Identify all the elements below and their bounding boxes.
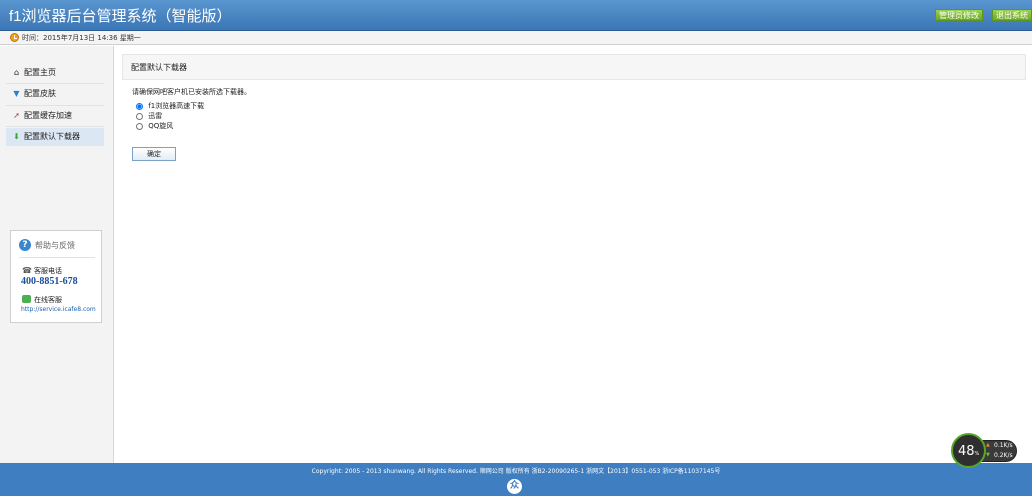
home-icon: ⌂ xyxy=(13,68,20,77)
logout-button[interactable]: 退出系统 xyxy=(992,9,1032,21)
sidebar-item-label: 配置默认下载器 xyxy=(24,132,80,141)
sidebar-item-skin[interactable]: ▼ 配置皮肤 xyxy=(6,85,104,103)
chat-icon xyxy=(22,295,31,303)
main-content: 配置默认下载器 请确保网吧客户机已安装所选下载器。 f1浏览器高速下载 迅雷 Q… xyxy=(116,46,1032,463)
download-icon: ⬇ xyxy=(13,132,20,141)
change-password-button[interactable]: 管理员修改 xyxy=(935,9,983,21)
option-qq-whirlwind-radio[interactable] xyxy=(136,122,143,130)
sidebar: ⌂ 配置主页 ▼ 配置皮肤 ➚ 配置缓存加速 ⬇ 配置默认下载器 ? 帮助与反馈… xyxy=(0,46,114,463)
sidebar-item-home[interactable]: ⌂ 配置主页 xyxy=(6,64,104,82)
app-title: f1浏览器后台管理系统（智能版） xyxy=(9,8,232,25)
divider xyxy=(6,83,104,84)
upload-rate: 0.1K/s xyxy=(994,442,1013,449)
sidebar-item-downloader[interactable]: ⬇ 配置默认下载器 xyxy=(6,128,104,146)
phone-number: 400-8851-678 xyxy=(21,276,78,287)
confirm-button[interactable]: 确定 xyxy=(132,147,176,161)
help-icon: ? xyxy=(19,239,31,251)
sidebar-item-label: 配置缓存加速 xyxy=(24,111,72,120)
help-title: 帮助与反馈 xyxy=(35,241,75,250)
option-xunlei-radio[interactable] xyxy=(136,112,143,120)
sidebar-item-label: 配置主页 xyxy=(24,68,56,77)
option-label[interactable]: 迅雷 xyxy=(148,112,162,120)
service-link[interactable]: http://service.icafe8.com xyxy=(21,306,96,313)
speed-percent-unit: % xyxy=(974,451,980,457)
help-panel: ? 帮助与反馈 ☎ 客服电话 400-8851-678 在线客服 http://… xyxy=(10,230,102,323)
footer: Copyright: 2005 - 2013 shunwang. All Rig… xyxy=(0,463,1032,496)
sidebar-item-cache[interactable]: ➚ 配置缓存加速 xyxy=(6,107,104,125)
speed-gauge: 48% xyxy=(951,433,986,468)
footer-logo-icon: 众 xyxy=(507,479,522,494)
time-bar: 时间：2015年7月13日 14:36 星期一 xyxy=(0,31,1032,45)
upload-arrow-icon: ▲ xyxy=(986,442,990,448)
panel-header: 配置默认下载器 xyxy=(122,54,1026,80)
divider xyxy=(19,257,95,258)
divider xyxy=(6,126,104,127)
option-qq-whirlwind[interactable]: QQ旋风 xyxy=(136,121,173,131)
speed-percent: 48% xyxy=(958,444,979,459)
phone-label: 客服电话 xyxy=(34,267,62,275)
clock-icon xyxy=(10,33,19,42)
sidebar-item-label: 配置皮肤 xyxy=(24,89,56,98)
rocket-icon: ➚ xyxy=(13,111,20,120)
download-arrow-icon: ▼ xyxy=(986,452,990,458)
speed-percent-value: 48 xyxy=(958,444,975,459)
option-label[interactable]: f1浏览器高速下载 xyxy=(148,102,204,110)
phone-icon: ☎ xyxy=(22,266,32,275)
option-f1-download-radio[interactable] xyxy=(136,102,143,110)
option-xunlei[interactable]: 迅雷 xyxy=(136,111,162,121)
network-speed-widget[interactable]: 48% ▲ 0.1K/s ▼ 0.2K/s xyxy=(951,433,1018,468)
current-time: 时间：2015年7月13日 14:36 星期一 xyxy=(22,34,141,42)
download-rate: 0.2K/s xyxy=(994,452,1013,459)
page-title: 配置默认下载器 xyxy=(131,63,187,72)
divider xyxy=(6,105,104,106)
shirt-icon: ▼ xyxy=(13,89,20,98)
app-header: f1浏览器后台管理系统（智能版） 管理员修改 退出系统 xyxy=(0,0,1032,31)
copyright-text: Copyright: 2005 - 2013 shunwang. All Rig… xyxy=(311,468,721,475)
chat-label[interactable]: 在线客服 xyxy=(34,295,62,305)
notice-text: 请确保网吧客户机已安装所选下载器。 xyxy=(132,88,251,96)
option-f1-download[interactable]: f1浏览器高速下载 xyxy=(136,101,204,111)
option-label[interactable]: QQ旋风 xyxy=(148,122,173,130)
